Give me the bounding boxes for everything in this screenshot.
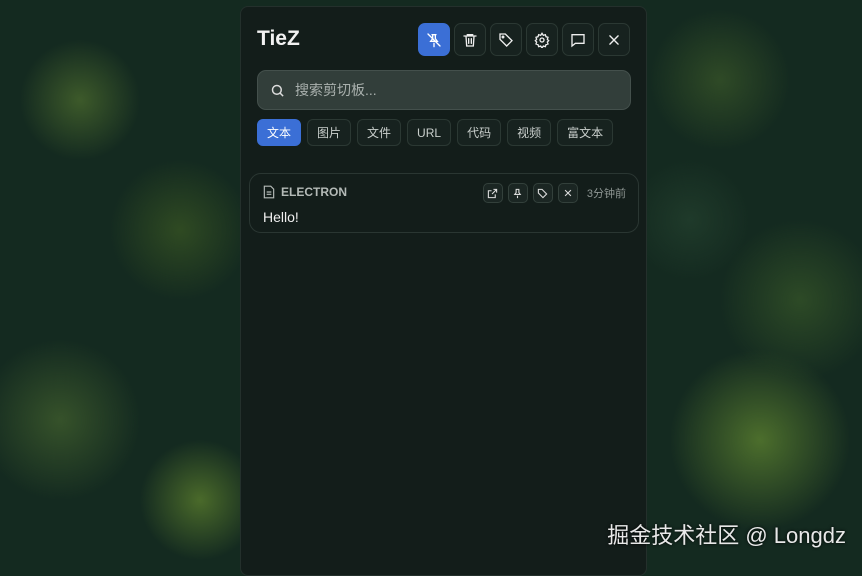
close-icon (609, 34, 619, 45)
filter-richtext[interactable]: 富文本 (557, 119, 614, 146)
message-icon (571, 33, 585, 47)
tag-button[interactable] (490, 23, 522, 56)
tag-item-button[interactable] (532, 183, 553, 203)
filter-text[interactable]: 文本 (257, 119, 302, 146)
filter-file[interactable]: 文件 (357, 119, 402, 146)
settings-button[interactable] (526, 23, 558, 56)
document-icon (263, 185, 275, 199)
external-link-icon (488, 188, 498, 198)
tag-icon (538, 188, 548, 198)
clipboard-item[interactable]: ELECTRON Hello! 3分钟前 (249, 173, 639, 233)
search-box[interactable] (257, 70, 631, 110)
filter-code[interactable]: 代码 (457, 119, 502, 146)
filter-image[interactable]: 图片 (307, 119, 352, 146)
filter-url[interactable]: URL (407, 119, 452, 146)
trash-icon (463, 33, 477, 47)
open-item-button[interactable] (482, 183, 503, 203)
close-icon (564, 189, 572, 197)
feedback-button[interactable] (562, 23, 594, 56)
delete-button[interactable] (454, 23, 486, 56)
clipboard-panel: TieZ 文本 图片 文件 URL 代码 视频 富文本 ELECTRON Hel… (240, 6, 647, 576)
tag-icon (499, 32, 513, 47)
search-icon (271, 84, 284, 97)
unpin-button[interactable] (418, 23, 450, 56)
watermark: 掘金技术社区 @ Longdz (607, 523, 846, 548)
filter-bar: 文本 图片 文件 URL 代码 视频 富文本 (257, 119, 614, 146)
filter-video[interactable]: 视频 (507, 119, 552, 146)
app-title: TieZ (257, 27, 300, 50)
pin-item-button[interactable] (507, 183, 528, 203)
pin-icon (514, 188, 522, 198)
pin-off-icon (427, 32, 441, 47)
item-content: Hello! (263, 209, 299, 225)
search-input[interactable] (295, 82, 595, 98)
gear-icon (534, 31, 550, 48)
delete-item-button[interactable] (557, 183, 578, 203)
item-time: 3分钟前 (586, 188, 626, 200)
item-source: ELECTRON (281, 185, 347, 199)
close-button[interactable] (598, 23, 630, 56)
